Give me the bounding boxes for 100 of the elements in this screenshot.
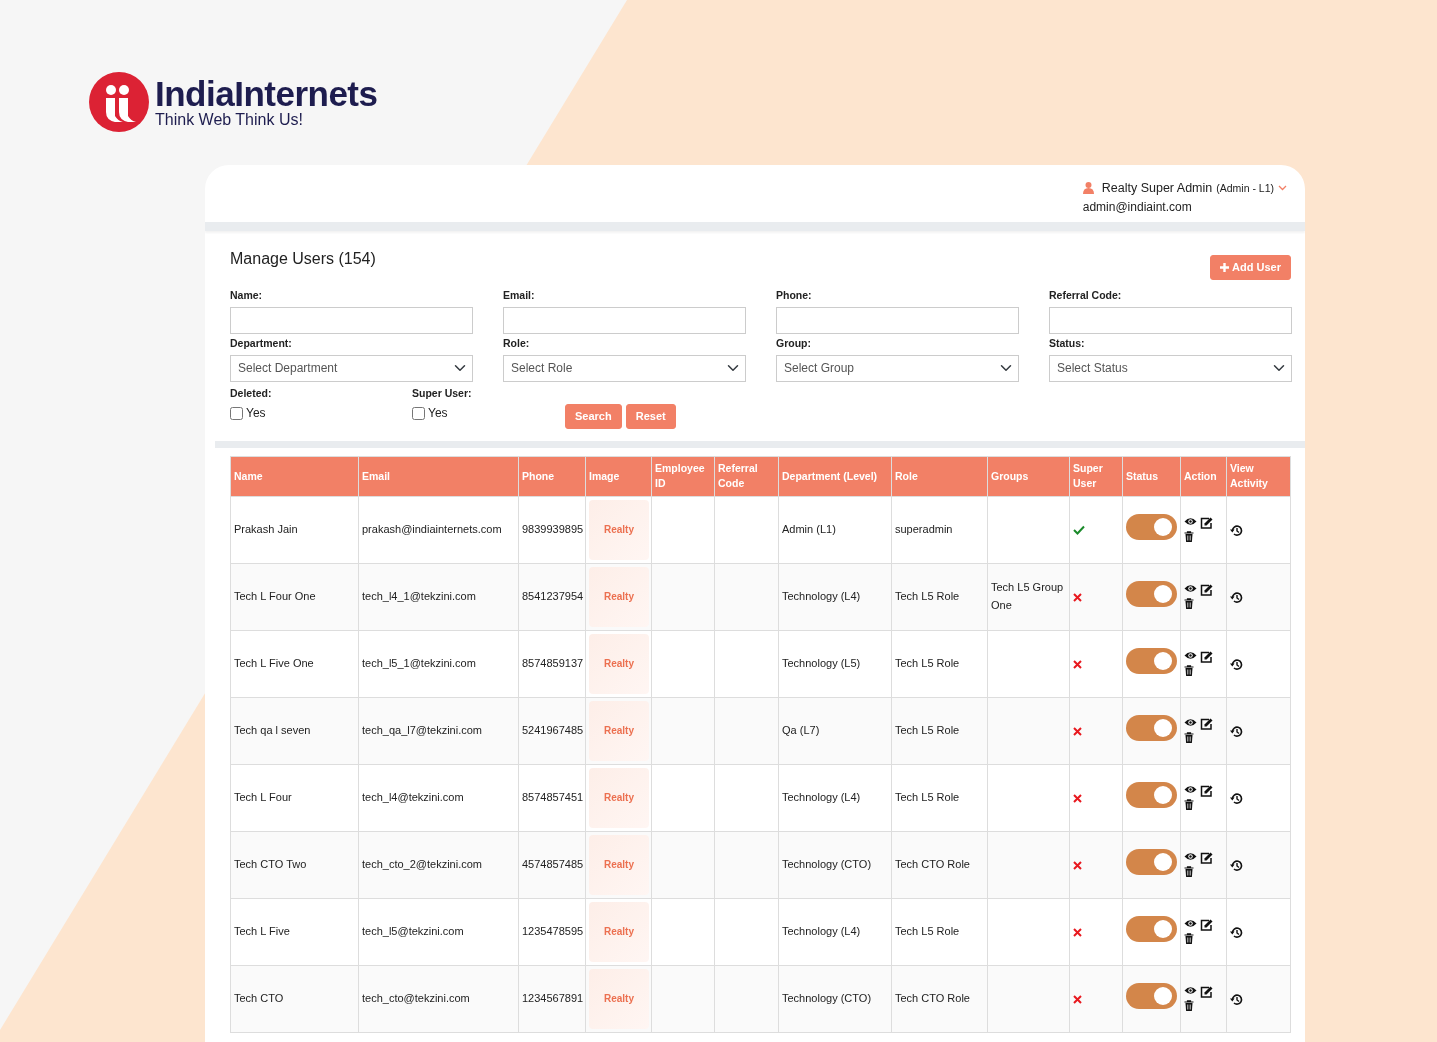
column-header: Image (585, 456, 652, 497)
column-header: Referral Code (714, 456, 779, 497)
status-toggle[interactable] (1126, 849, 1177, 876)
table-cell: 1235478595 (518, 898, 586, 966)
user-name[interactable]: Realty Super Admin (1101, 179, 1213, 198)
table-cell: Tech CTO Role (891, 965, 988, 1033)
field-label: Status: (1049, 335, 1086, 351)
field-label: Department: (230, 335, 293, 351)
column-header: Name (230, 456, 359, 497)
history-icon[interactable] (1230, 858, 1243, 872)
table-cell: tech_l4@tekzini.com (358, 764, 519, 832)
table-cell: 5241967485 (518, 697, 586, 765)
edit-icon[interactable] (1200, 584, 1213, 597)
edit-icon[interactable] (1200, 852, 1213, 865)
brand-tagline: Think Web Think Us! (155, 110, 304, 129)
logo-image: Realty (589, 633, 649, 694)
history-icon[interactable] (1230, 523, 1243, 537)
checkbox[interactable] (412, 406, 425, 420)
table-cell: Tech L5 Role (891, 630, 988, 698)
table-cell: 8574859137 (518, 630, 586, 698)
status-toggle[interactable] (1126, 581, 1177, 608)
table-cell: Tech L5 Group One (987, 563, 1070, 631)
select-field[interactable]: Select Role (503, 354, 746, 382)
table-cell: tech_qa_l7@tekzini.com (358, 697, 519, 765)
eye-icon[interactable] (1184, 852, 1197, 862)
checkbox[interactable] (230, 406, 243, 420)
history-icon[interactable] (1230, 925, 1243, 939)
select-field[interactable]: Select Status (1049, 354, 1292, 382)
logo-image: Realty (589, 700, 649, 761)
eye-icon[interactable] (1184, 718, 1197, 728)
column-header: View Activity (1226, 456, 1291, 497)
edit-icon[interactable] (1200, 651, 1213, 664)
trash-icon[interactable] (1184, 531, 1194, 543)
logo-image: Realty (589, 968, 649, 1029)
table-cell: Qa (L7) (778, 697, 892, 765)
history-icon[interactable] (1230, 657, 1243, 671)
trash-icon[interactable] (1184, 665, 1194, 677)
eye-icon[interactable] (1184, 651, 1197, 661)
history-icon[interactable] (1230, 791, 1243, 805)
column-header: Employee ID (651, 456, 715, 497)
field-label: Deleted: (230, 385, 273, 401)
select-field[interactable]: Select Group (776, 354, 1019, 382)
table-cell: tech_cto@tekzini.com (358, 965, 519, 1033)
checkbox-label[interactable]: Yes (246, 404, 266, 423)
trash-icon[interactable] (1184, 1000, 1194, 1012)
brand-name: IndiaInternets (155, 75, 378, 111)
table-cell: Tech L5 Role (891, 563, 988, 631)
edit-icon[interactable] (1200, 718, 1213, 731)
eye-icon[interactable] (1184, 517, 1197, 527)
status-toggle[interactable] (1126, 782, 1177, 809)
table-cell: prakash@indiainternets.com (358, 496, 519, 564)
eye-icon[interactable] (1184, 986, 1197, 996)
table-cell: 1234567891 (518, 965, 586, 1033)
logo-image: Realty (589, 901, 649, 962)
select-field[interactable]: Select Department (230, 354, 473, 382)
status-toggle[interactable] (1126, 648, 1177, 675)
edit-icon[interactable] (1200, 785, 1213, 798)
table-cell: Technology (L5) (778, 630, 892, 698)
trash-icon[interactable] (1184, 598, 1194, 610)
trash-icon[interactable] (1184, 732, 1194, 744)
table-cell: Technology (CTO) (778, 965, 892, 1033)
table-cell: Technology (L4) (778, 764, 892, 832)
table-cell: Tech L Four One (230, 563, 359, 631)
logo-image: Realty (589, 566, 649, 627)
column-header: Action (1180, 456, 1227, 497)
history-icon[interactable] (1230, 590, 1243, 604)
table-cell: Tech qa l seven (230, 697, 359, 765)
trash-icon[interactable] (1184, 799, 1194, 811)
edit-icon[interactable] (1200, 986, 1213, 999)
edit-icon[interactable] (1200, 919, 1213, 932)
status-toggle[interactable] (1126, 715, 1177, 742)
eye-icon[interactable] (1184, 584, 1197, 594)
field-label: Role: (503, 335, 531, 351)
column-header: Email (358, 456, 519, 497)
input-field[interactable] (503, 306, 746, 334)
field-label: Group: (776, 335, 812, 351)
input-field[interactable] (1049, 306, 1292, 334)
eye-icon[interactable] (1184, 919, 1197, 929)
status-toggle[interactable] (1126, 916, 1177, 943)
table-cell: Admin (L1) (778, 496, 892, 564)
history-icon[interactable] (1230, 992, 1243, 1006)
user-email: admin@indiaint.com (1082, 198, 1193, 216)
logo-icon (89, 72, 149, 132)
input-field[interactable] (776, 306, 1019, 334)
trash-icon[interactable] (1184, 866, 1194, 878)
field-label: Phone: (776, 288, 813, 304)
table-cell: 8541237954 (518, 563, 586, 631)
history-icon[interactable] (1230, 724, 1243, 738)
table-cell: Tech L Five One (230, 630, 359, 698)
edit-icon[interactable] (1200, 517, 1213, 530)
table-cell: Tech L5 Role (891, 697, 988, 765)
table-cell: Tech CTO Two (230, 831, 359, 899)
checkbox-label[interactable]: Yes (428, 404, 448, 423)
eye-icon[interactable] (1184, 785, 1197, 795)
status-toggle[interactable] (1126, 983, 1177, 1010)
trash-icon[interactable] (1184, 933, 1194, 945)
input-field[interactable] (230, 306, 473, 334)
status-toggle[interactable] (1126, 514, 1177, 541)
chevron-down-icon[interactable] (1278, 185, 1287, 192)
logo-image: Realty (589, 834, 649, 895)
